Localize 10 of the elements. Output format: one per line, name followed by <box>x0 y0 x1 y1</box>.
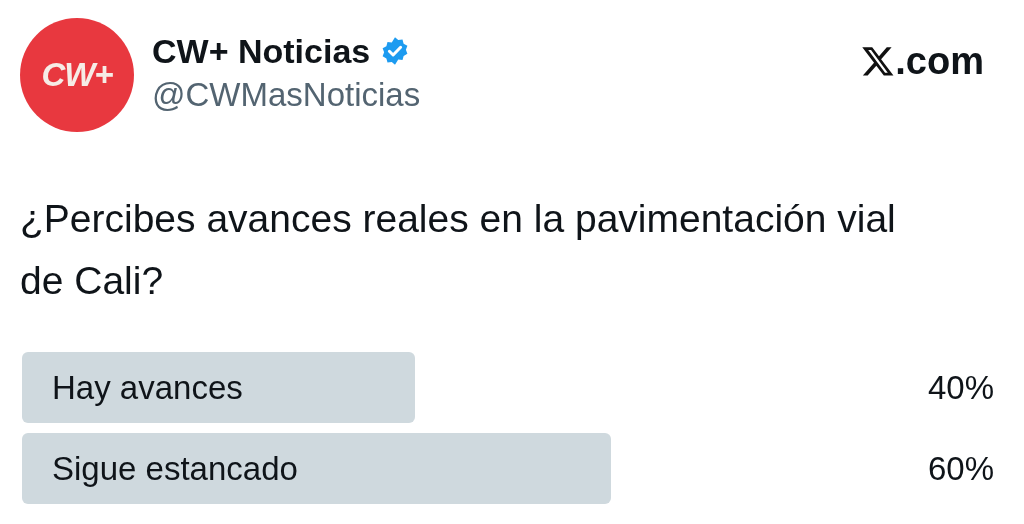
poll-question: ¿Percibes avances reales en la pavimentación vial de Cali? <box>20 196 897 304</box>
option-label: Sigue estancado <box>52 449 298 488</box>
option-percentage: 60% <box>927 449 994 488</box>
option-percentage: 40% <box>927 368 994 407</box>
logo-text: CW+ <box>41 56 113 94</box>
account-name: CW+ Noticias <box>152 31 371 72</box>
option-label: Hay avances <box>52 368 243 407</box>
site-label: .com <box>895 40 984 82</box>
account-handle: @CWMasNoticias <box>152 75 421 115</box>
x-logo-icon <box>861 44 896 78</box>
